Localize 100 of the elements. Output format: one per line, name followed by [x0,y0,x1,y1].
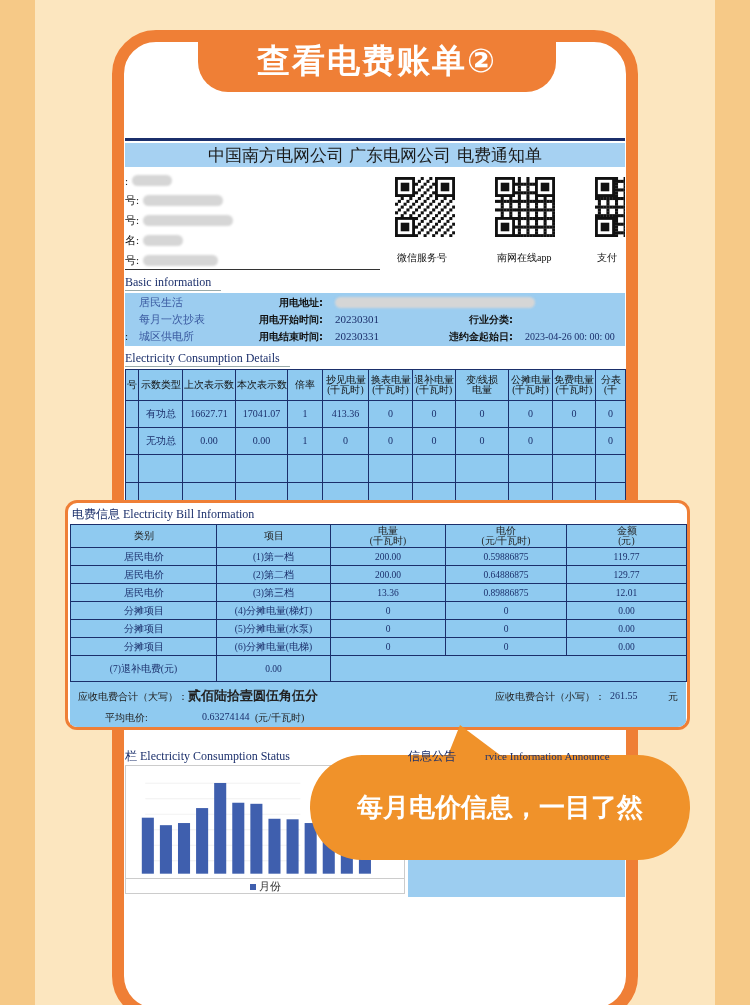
chart-bar [304,823,317,874]
currency-unit: 元 [668,690,678,704]
column-header: 换表电量 [369,375,412,385]
table-cell: 无功总 [138,427,183,455]
table-cell: 0.00 [182,427,236,455]
chart-bar [268,818,281,874]
field-label: 用电结束时间: [259,331,323,342]
table-cell: 有功总 [138,400,183,428]
table-cell: 0.00 [566,619,687,638]
table-cell: 200.00 [330,547,446,566]
table-cell: 0 [445,601,567,620]
field-value: 居民生活 [139,296,183,308]
column-header: 号 [126,380,138,390]
bill-title: 中国南方电网公司 广东电网公司 电费通知单 [125,143,625,167]
table-cell: 分摊项目 [70,637,217,656]
field-value: 2023-04-26 00: 00: 00 [525,331,615,342]
table-cell: (4)分摊电量(梯灯) [216,601,331,620]
table-cell: 0 [445,619,567,638]
table-cell: 1 [287,427,323,455]
column-header: 抄见电量 [324,375,367,385]
table-cell: 119.77 [566,547,687,566]
table-cell: 129.77 [566,565,687,584]
section-heading: Basic information [125,274,222,291]
table-cell: (7)退补电费(元) [70,655,217,682]
field-label: 应收电费合计（小写）： [495,690,605,704]
column-header: 变/线损 [464,375,500,385]
table-cell: 0.59886875 [445,547,567,566]
column-unit: (千瓦时) [327,385,365,395]
field-label: 违约金起始日: [449,331,513,342]
column-header: 上次表示数 [183,380,235,390]
table-cell: 12.01 [566,583,687,602]
chart-bar [232,802,245,874]
table-cell: (6)分摊电量(电梯) [216,637,331,656]
table-cell: 0 [368,427,413,455]
column-unit: (千瓦时) [368,536,408,546]
field-label: 用电地址: [279,297,323,308]
column-header: 分表 [599,375,622,385]
qr-code [495,177,555,237]
table-cell: 0.00 [566,601,687,620]
column-unit: (千瓦时) [414,385,454,395]
table-cell: (3)第三档 [216,583,331,602]
table-cell: 0 [330,637,446,656]
legend-marker [249,884,256,891]
table-cell: 0 [412,400,456,428]
field-value: 20230301 [335,313,379,325]
chart-bar [141,817,154,874]
field-value: 每月一次抄表 [139,313,205,325]
total-in-words: 贰佰陆拾壹圆伍角伍分 [188,687,318,705]
section-heading: 电费信息 Electricity Bill Information [71,507,255,523]
table-cell: 13.36 [330,583,446,602]
table-cell: 0.00 [566,637,687,656]
column-unit: (元) [617,536,635,546]
table-cell: 0 [455,400,509,428]
column-header: 金额 [615,526,638,536]
qr-caption: 微信服务号 [397,251,447,265]
chart-legend: 月份 [258,880,281,892]
table-cell: 0.00 [216,655,331,682]
column-unit: (千瓦时) [372,385,410,395]
redacted-block [132,175,173,186]
total-amount: 261.55 [610,690,638,701]
column-unit: (千瓦时) [555,385,594,395]
field-label: 应收电费合计（大写）： [78,691,188,704]
table-cell: 0.00 [235,427,288,455]
chart-bar [159,825,172,874]
column-header: 退补电量 [413,375,455,385]
column-unit: (元/千瓦时) [480,536,532,546]
table-cell: 0.89886875 [445,583,567,602]
qr-caption: 南网在线app [497,251,552,265]
column-header: 类别 [132,531,155,541]
column-header: 免费电量 [553,375,595,385]
table-cell: (1)第一档 [216,547,331,566]
table-cell: 0 [455,427,509,455]
table-cell: 1 [287,400,323,428]
table-cell: 分摊项目 [70,601,217,620]
section-heading: Electricity Consumption Details [125,350,290,367]
table-cell: 0.64886875 [445,565,567,584]
table-cell: 居民电价 [70,583,217,602]
column-header: 电价 [496,526,516,536]
chart-bar [196,808,209,874]
table-cell: 200.00 [330,565,446,584]
table-cell: 0 [322,427,369,455]
table-cell: 0 [368,400,413,428]
column-header: 本次表示数 [236,380,287,390]
field-label: 名: [125,233,140,248]
table-cell: 0 [445,637,567,656]
column-header: 项目 [262,531,285,541]
field-value: 20230331 [335,330,379,342]
column-header: 公摊电量 [509,375,552,385]
field-label: 用电开始时间: [259,314,323,325]
table-cell: 居民电价 [70,565,217,584]
table-cell: 0 [330,619,446,638]
table-cell: 17041.07 [235,400,288,428]
field-label: : [125,174,129,187]
column-unit: 电量 [472,385,492,395]
table-cell: (5)分摊电量(水泵) [216,619,331,638]
column-header: 示数类型 [139,380,182,390]
column-unit: (千 [603,385,618,395]
table-cell: 413.36 [322,400,369,428]
chart-bar [286,819,299,874]
table-cell: 分摊项目 [70,619,217,638]
